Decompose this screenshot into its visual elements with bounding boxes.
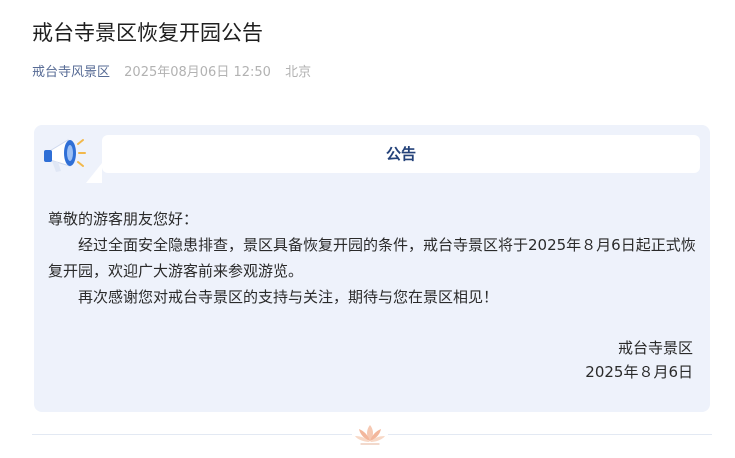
notice-label: 公告 <box>385 145 416 163</box>
article-title: 戒台寺景区恢复开园公告 <box>32 21 263 45</box>
notice-paragraph-2: 再次感谢您对戒台寺景区的支持与关注，期待与您在景区相见！ <box>78 288 499 306</box>
lotus-icon <box>352 421 388 447</box>
publish-datetime: 2025年08月06日 12:50 <box>124 65 271 80</box>
megaphone-icon <box>44 139 86 172</box>
source-link[interactable]: 戒台寺风景区 <box>32 65 110 80</box>
notice-signature: 戒台寺景区 2025年８月6日 <box>585 336 693 384</box>
article-meta: 戒台寺风景区 2025年08月06日 12:50 北京 <box>32 63 311 83</box>
notice-greeting: 尊敬的游客朋友您好： <box>48 210 199 228</box>
signature-date: 2025年８月6日 <box>585 363 693 381</box>
notice-paragraph-1: 经过全面安全隐患排查，景区具备恢复开园的条件，戒台寺景区将于2025年８月6日起… <box>48 236 696 280</box>
signature-org: 戒台寺景区 <box>617 339 693 357</box>
notice-body: 尊敬的游客朋友您好： 经过全面安全隐患排查，景区具备恢复开园的条件，戒台寺景区将… <box>48 206 698 310</box>
publish-location: 北京 <box>285 65 312 80</box>
